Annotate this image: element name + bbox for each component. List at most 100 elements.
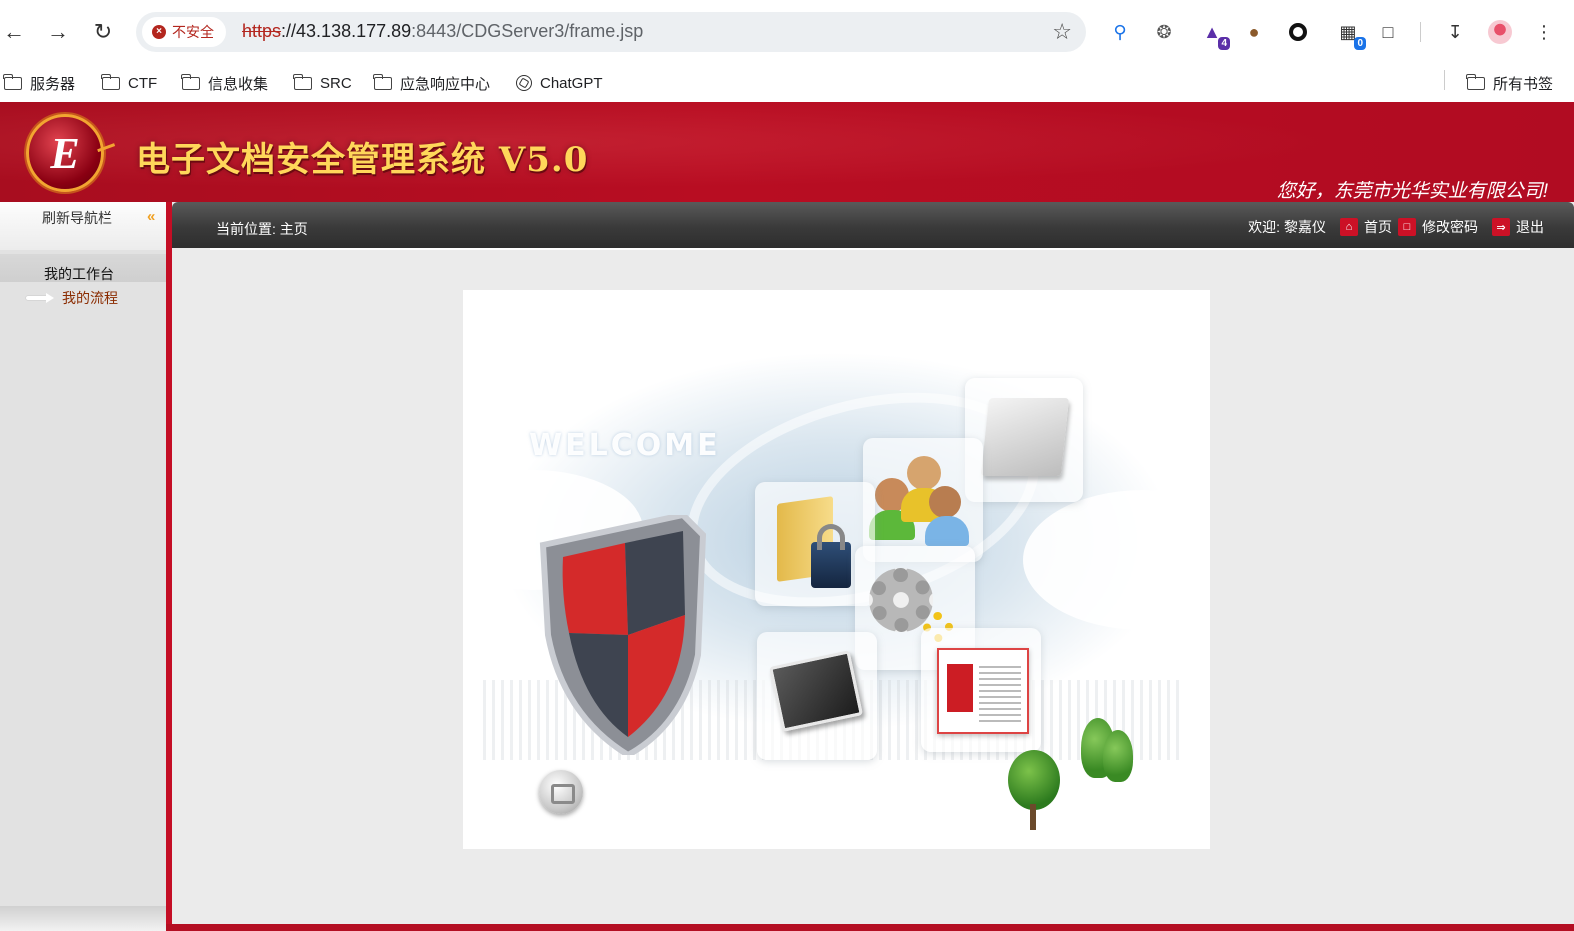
breadcrumb-current: 主页 bbox=[279, 221, 308, 237]
sidebar-section-workbench[interactable]: 我的工作台 bbox=[0, 254, 166, 282]
collapse-sidebar-icon[interactable]: « bbox=[147, 208, 155, 225]
topbar-underline bbox=[210, 248, 1530, 250]
folder-icon bbox=[101, 73, 120, 90]
tree-icon bbox=[1008, 750, 1060, 810]
app-logo: E bbox=[20, 112, 117, 194]
url-host: ://43.138.177.89 bbox=[281, 21, 412, 41]
logout-icon[interactable]: ⇒ bbox=[1492, 218, 1510, 236]
forward-icon[interactable]: → bbox=[44, 18, 72, 46]
breadcrumb-label: 当前位置: bbox=[216, 221, 276, 237]
hard-drive-icon bbox=[980, 398, 1070, 476]
document-window-icon bbox=[937, 648, 1029, 734]
change-password-link[interactable]: 修改密码 bbox=[1422, 217, 1478, 237]
folder-icon bbox=[3, 73, 22, 90]
url-scheme: https bbox=[242, 21, 282, 41]
sidebar-header: 刷新导航栏 « bbox=[0, 202, 166, 250]
welcome-label: 欢迎: bbox=[1248, 219, 1280, 235]
bookmark-folder[interactable]: SRC bbox=[293, 70, 352, 96]
bookmark-label: ChatGPT bbox=[540, 74, 603, 92]
logo-letter: E bbox=[50, 128, 80, 178]
tree-trunk bbox=[1030, 804, 1036, 830]
bookmark-folder[interactable]: CTF bbox=[101, 70, 158, 96]
play-button-icon bbox=[539, 770, 583, 814]
main-topbar: 当前位置: 主页 欢迎: 黎嘉仪 ⌂ 首页 □ 修改密码 ⇒ 退出 bbox=[172, 202, 1574, 248]
folder-icon bbox=[1466, 73, 1485, 90]
main-bottom-border bbox=[166, 924, 1574, 931]
document-tile bbox=[921, 628, 1041, 752]
extension-hat-icon[interactable]: ▲ 4 bbox=[1200, 20, 1230, 50]
security-label: 不安全 bbox=[172, 24, 214, 40]
folder-icon bbox=[373, 73, 392, 90]
app-header: E 电子文档安全管理系统 V5.0 您好，东莞市光华实业有限公司! bbox=[0, 102, 1574, 202]
padlock-shackle bbox=[817, 524, 845, 550]
ring-extension-icon[interactable] bbox=[1286, 20, 1310, 44]
user-body-icon bbox=[925, 516, 969, 546]
logout-link[interactable]: 退出 bbox=[1516, 217, 1544, 237]
chatgpt-icon bbox=[516, 75, 532, 91]
sidebar-footer bbox=[0, 906, 166, 931]
bookmark-link[interactable]: ChatGPT bbox=[516, 70, 603, 96]
cloud bbox=[1073, 330, 1210, 430]
user-area: 欢迎: 黎嘉仪 ⌂ 首页 □ 修改密码 ⇒ 退出 bbox=[1248, 217, 1544, 237]
tablet-tile bbox=[757, 632, 877, 760]
bookmark-label: 应急响应中心 bbox=[400, 75, 491, 93]
toolbar-divider bbox=[1420, 22, 1421, 42]
home-link[interactable]: 首页 bbox=[1364, 217, 1392, 237]
app-title: 电子文档安全管理系统 V5.0 bbox=[136, 140, 589, 180]
sidebar-section-label: 我的工作台 bbox=[44, 266, 114, 282]
download-icon[interactable]: ↧ bbox=[1443, 20, 1467, 44]
document-image bbox=[947, 664, 973, 712]
cookie-icon[interactable]: ● bbox=[1242, 20, 1266, 44]
menu-kebab-icon[interactable]: ⋮ bbox=[1532, 20, 1556, 44]
bookmark-label: 所有书签 bbox=[1493, 75, 1554, 93]
bookmark-folder[interactable]: 服务器 bbox=[3, 70, 76, 96]
browser-toolbar: ← → ↻ × 不安全 https://43.138.177.89:8443/C… bbox=[0, 0, 1574, 64]
reload-icon[interactable]: ↻ bbox=[89, 18, 117, 46]
address-bar[interactable]: × 不安全 https://43.138.177.89:8443/CDGServ… bbox=[136, 12, 1086, 52]
user-name: 黎嘉仪 bbox=[1284, 219, 1326, 235]
security-chip[interactable]: × 不安全 bbox=[142, 17, 226, 47]
tablet-icon bbox=[769, 650, 863, 732]
tree-icon bbox=[1103, 730, 1133, 782]
bookmark-label: 服务器 bbox=[30, 75, 76, 93]
scanner-extension-icon[interactable]: ▦ 0 bbox=[1336, 20, 1366, 50]
main-content: 当前位置: 主页 欢迎: 黎嘉仪 ⌂ 首页 □ 修改密码 ⇒ 退出 WELCOM… bbox=[172, 202, 1574, 924]
bookmark-label: CTF bbox=[128, 74, 158, 92]
location-pin-icon[interactable]: ⚲ bbox=[1108, 20, 1132, 44]
home-icon[interactable]: ⌂ bbox=[1340, 218, 1358, 236]
document-lines bbox=[979, 666, 1021, 726]
lock-icon[interactable]: □ bbox=[1398, 218, 1416, 236]
user-head-icon bbox=[907, 456, 941, 490]
all-bookmarks-folder[interactable]: 所有书签 bbox=[1466, 70, 1554, 96]
link-extension-icon[interactable]: ❂ bbox=[1152, 20, 1176, 44]
folder-icon bbox=[293, 73, 312, 90]
profile-avatar-icon[interactable] bbox=[1488, 20, 1512, 44]
users-tile bbox=[863, 438, 983, 562]
sidebar-item-my-process[interactable]: 我的流程 bbox=[26, 288, 118, 308]
sidebar: 刷新导航栏 « 我的工作台 我的流程 bbox=[0, 202, 166, 931]
extension-badge: 0 bbox=[1354, 37, 1366, 50]
bookmark-label: 信息收集 bbox=[208, 75, 269, 93]
extensions-puzzle-icon[interactable]: □ bbox=[1376, 20, 1400, 44]
arrow-right-icon bbox=[26, 293, 56, 303]
not-secure-icon: × bbox=[152, 25, 166, 39]
security-shield-icon bbox=[539, 515, 707, 755]
company-greeting: 您好，东莞市光华实业有限公司! bbox=[1276, 181, 1548, 202]
bookmark-folder[interactable]: 信息收集 bbox=[181, 70, 269, 96]
breadcrumb: 当前位置: 主页 bbox=[216, 219, 308, 239]
back-icon[interactable]: ← bbox=[0, 18, 28, 46]
bookmark-label: SRC bbox=[320, 74, 352, 92]
bookmarks-bar: 服务器 CTF 信息收集 SRC 应急响应中心 ChatGPT 所有书签 bbox=[0, 64, 1574, 102]
bookmarks-divider bbox=[1444, 70, 1445, 90]
bookmark-folder[interactable]: 应急响应中心 bbox=[373, 70, 491, 96]
folder-icon bbox=[181, 73, 200, 90]
user-head-icon bbox=[929, 486, 961, 518]
url-path: :8443/CDGServer3/frame.jsp bbox=[411, 21, 644, 41]
url-text[interactable]: https://43.138.177.89:8443/CDGServer3/fr… bbox=[242, 21, 643, 42]
refresh-nav-link[interactable]: 刷新导航栏 bbox=[42, 208, 112, 228]
welcome-illustration: WELCOME bbox=[463, 290, 1210, 849]
welcome-text: WELCOME bbox=[529, 428, 721, 463]
bookmark-star-icon[interactable]: ☆ bbox=[1052, 19, 1072, 45]
sidebar-item-label: 我的流程 bbox=[62, 290, 118, 306]
extension-badge: 4 bbox=[1218, 37, 1230, 50]
